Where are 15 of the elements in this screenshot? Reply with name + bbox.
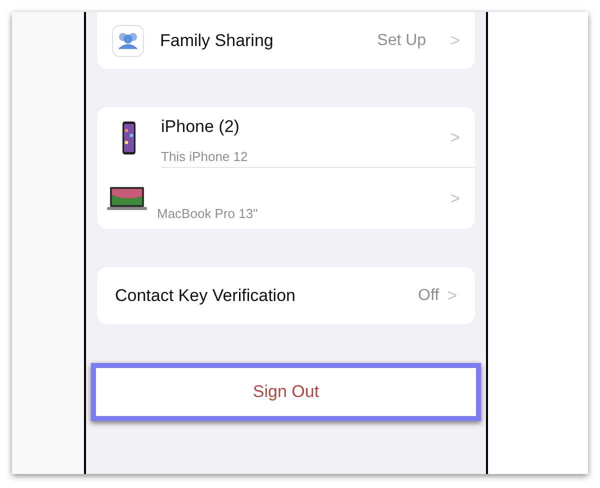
chevron-icon: > (450, 32, 460, 49)
device-detail: This iPhone 12 (161, 148, 249, 166)
chevron-icon: > (447, 287, 457, 304)
laptop-icon (107, 186, 147, 210)
row-label: Family Sharing (160, 30, 274, 52)
device-name: iPhone (2) (161, 116, 240, 138)
chevron-icon: > (450, 190, 460, 207)
people-icon (112, 24, 144, 56)
row-label: Contact Key Verification (115, 284, 296, 307)
device-detail: MacBook Pro 13" (157, 204, 259, 223)
sign-out-button[interactable]: Sign Out (91, 363, 481, 421)
row-value: Off (418, 286, 440, 306)
row-value: Set Up (377, 30, 426, 50)
phone-icon (122, 120, 136, 154)
chevron-icon: > (450, 128, 460, 146)
